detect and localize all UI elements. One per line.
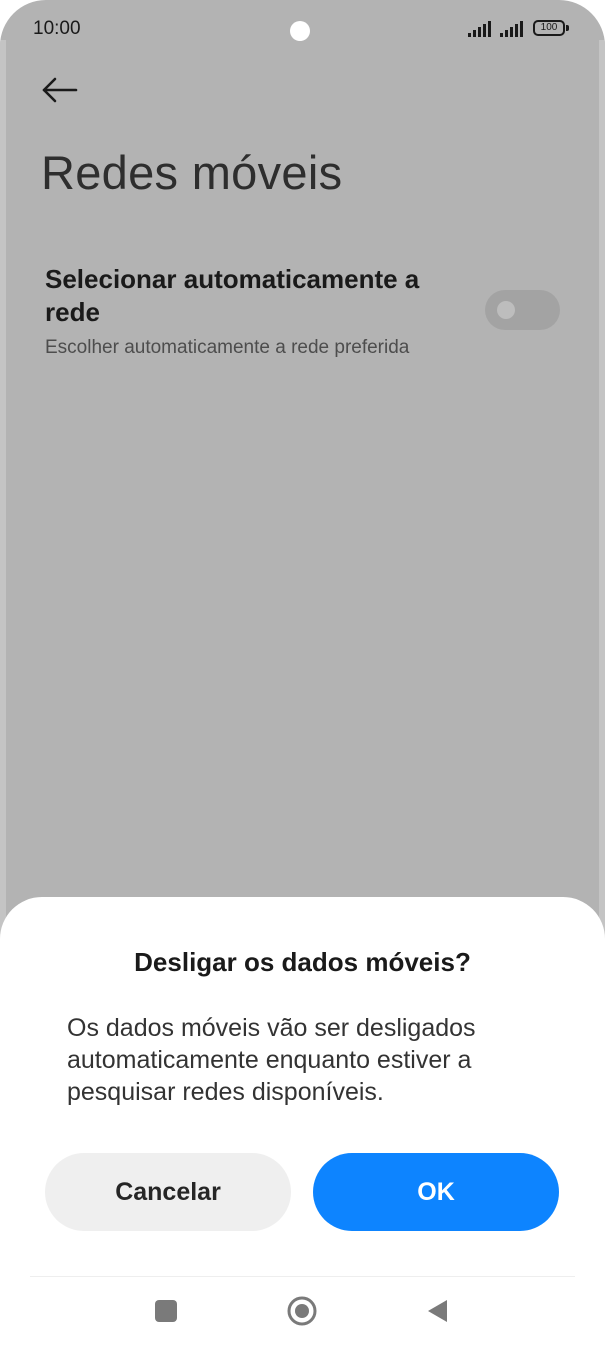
signal-strength-icon [468,21,494,37]
battery-icon: 100 [533,20,565,36]
setting-title: Selecionar automaticamente a rede [45,264,420,327]
back-button[interactable] [38,70,82,110]
home-circle-icon[interactable] [287,1296,317,1326]
signal-strength-icon [500,21,526,37]
front-camera-icon [290,21,310,41]
status-bar: 10:00 100 [0,0,605,60]
status-time: 10:00 [33,18,81,39]
battery-tip [566,25,569,31]
auto-select-network-setting[interactable]: Selecionar automaticamente a rede Escolh… [0,255,605,375]
home-circle-glyph [287,1296,317,1326]
setting-subtitle: Escolher automaticamente a rede preferid… [45,337,410,358]
auto-select-toggle[interactable] [485,290,560,330]
ok-button[interactable]: OK [313,1153,559,1231]
cancel-button[interactable]: Cancelar [45,1153,291,1231]
nav-divider [30,1276,575,1277]
dialog-message: Os dados móveis vão ser desligados autom… [67,1014,476,1106]
arrow-left-icon [42,77,78,103]
toggle-knob [497,301,515,319]
dialog-title: Desligar os dados móveis? [134,947,471,977]
screen-edge-right [599,40,605,940]
recents-square-icon[interactable] [155,1300,177,1322]
back-triangle-icon[interactable] [426,1299,450,1323]
confirm-dialog: Desligar os dados móveis? Os dados móvei… [0,897,605,1346]
page-title: Redes móveis [41,146,343,199]
screen-edge-left [0,40,6,940]
back-triangle-glyph [428,1300,447,1322]
battery-level: 100 [540,22,558,33]
